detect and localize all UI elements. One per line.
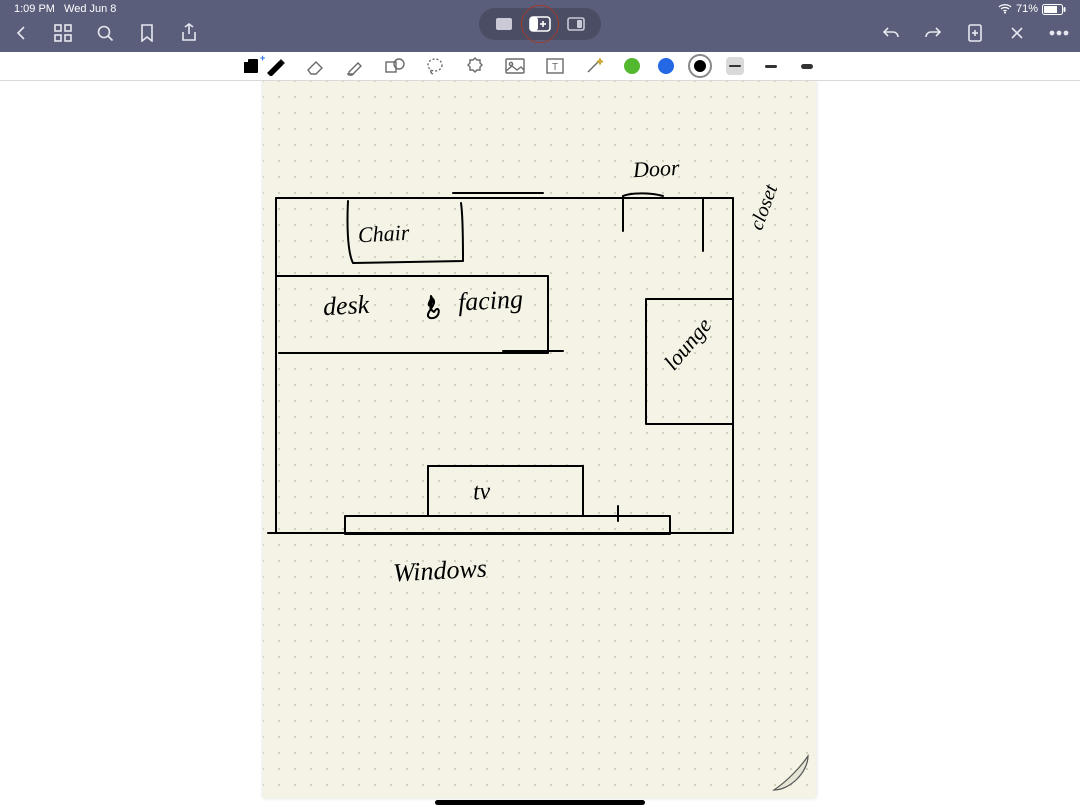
- bluetooth-badge-icon: +: [260, 53, 265, 63]
- label-windows: Windows: [392, 554, 487, 589]
- lasso-tool[interactable]: [424, 55, 446, 77]
- shape-tool[interactable]: [384, 55, 406, 77]
- textbox-tool[interactable]: T: [544, 55, 566, 77]
- thumbnails-button[interactable]: [52, 22, 74, 44]
- search-button[interactable]: [94, 22, 116, 44]
- redo-button[interactable]: [922, 22, 944, 44]
- slideover-icon[interactable]: [565, 14, 587, 34]
- undo-button[interactable]: [880, 22, 902, 44]
- stroke-thick[interactable]: [798, 57, 816, 75]
- color-green[interactable]: [624, 58, 640, 74]
- label-chair: Chair: [357, 220, 410, 249]
- date: Wed Jun 8: [64, 3, 116, 15]
- bookmark-button[interactable]: [136, 22, 158, 44]
- back-button[interactable]: [10, 22, 32, 44]
- add-page-button[interactable]: [964, 22, 986, 44]
- wifi-icon: [998, 4, 1012, 14]
- clock: 1:09 PM: [14, 3, 55, 15]
- battery-percent: 71%: [1016, 3, 1038, 15]
- highlighter-tool[interactable]: [344, 55, 366, 77]
- share-button[interactable]: [178, 22, 200, 44]
- label-door: Door: [632, 155, 680, 183]
- battery-icon: [1042, 4, 1066, 15]
- readonly-indicator-icon[interactable]: [240, 55, 262, 77]
- image-tool[interactable]: [504, 55, 526, 77]
- color-blue[interactable]: [658, 58, 674, 74]
- canvas-workspace[interactable]: Door closet Chair desk facing lounge tv …: [0, 81, 1080, 810]
- pen-tool[interactable]: +: [264, 55, 286, 77]
- eraser-tool[interactable]: [304, 55, 326, 77]
- label-desk: desk: [322, 290, 370, 322]
- magic-tool[interactable]: [584, 55, 606, 77]
- color-black[interactable]: [692, 58, 708, 74]
- sticker-tool[interactable]: [464, 55, 486, 77]
- multitask-control[interactable]: [479, 8, 601, 40]
- stroke-thin[interactable]: [726, 57, 744, 75]
- splitview-add-icon[interactable]: [529, 14, 551, 34]
- label-facing: facing: [457, 284, 523, 317]
- floorplan-sketch: [263, 81, 816, 798]
- stroke-medium[interactable]: [762, 57, 780, 75]
- label-tv: tv: [472, 479, 491, 507]
- page-curl-icon[interactable]: [772, 754, 810, 792]
- close-button[interactable]: [1006, 22, 1028, 44]
- fullscreen-icon[interactable]: [493, 14, 515, 34]
- svg-text:T: T: [552, 62, 558, 73]
- more-button[interactable]: [1048, 22, 1070, 44]
- drawing-toolbar: + T: [0, 52, 1080, 81]
- home-indicator[interactable]: [435, 800, 645, 805]
- note-page[interactable]: Door closet Chair desk facing lounge tv …: [263, 81, 816, 798]
